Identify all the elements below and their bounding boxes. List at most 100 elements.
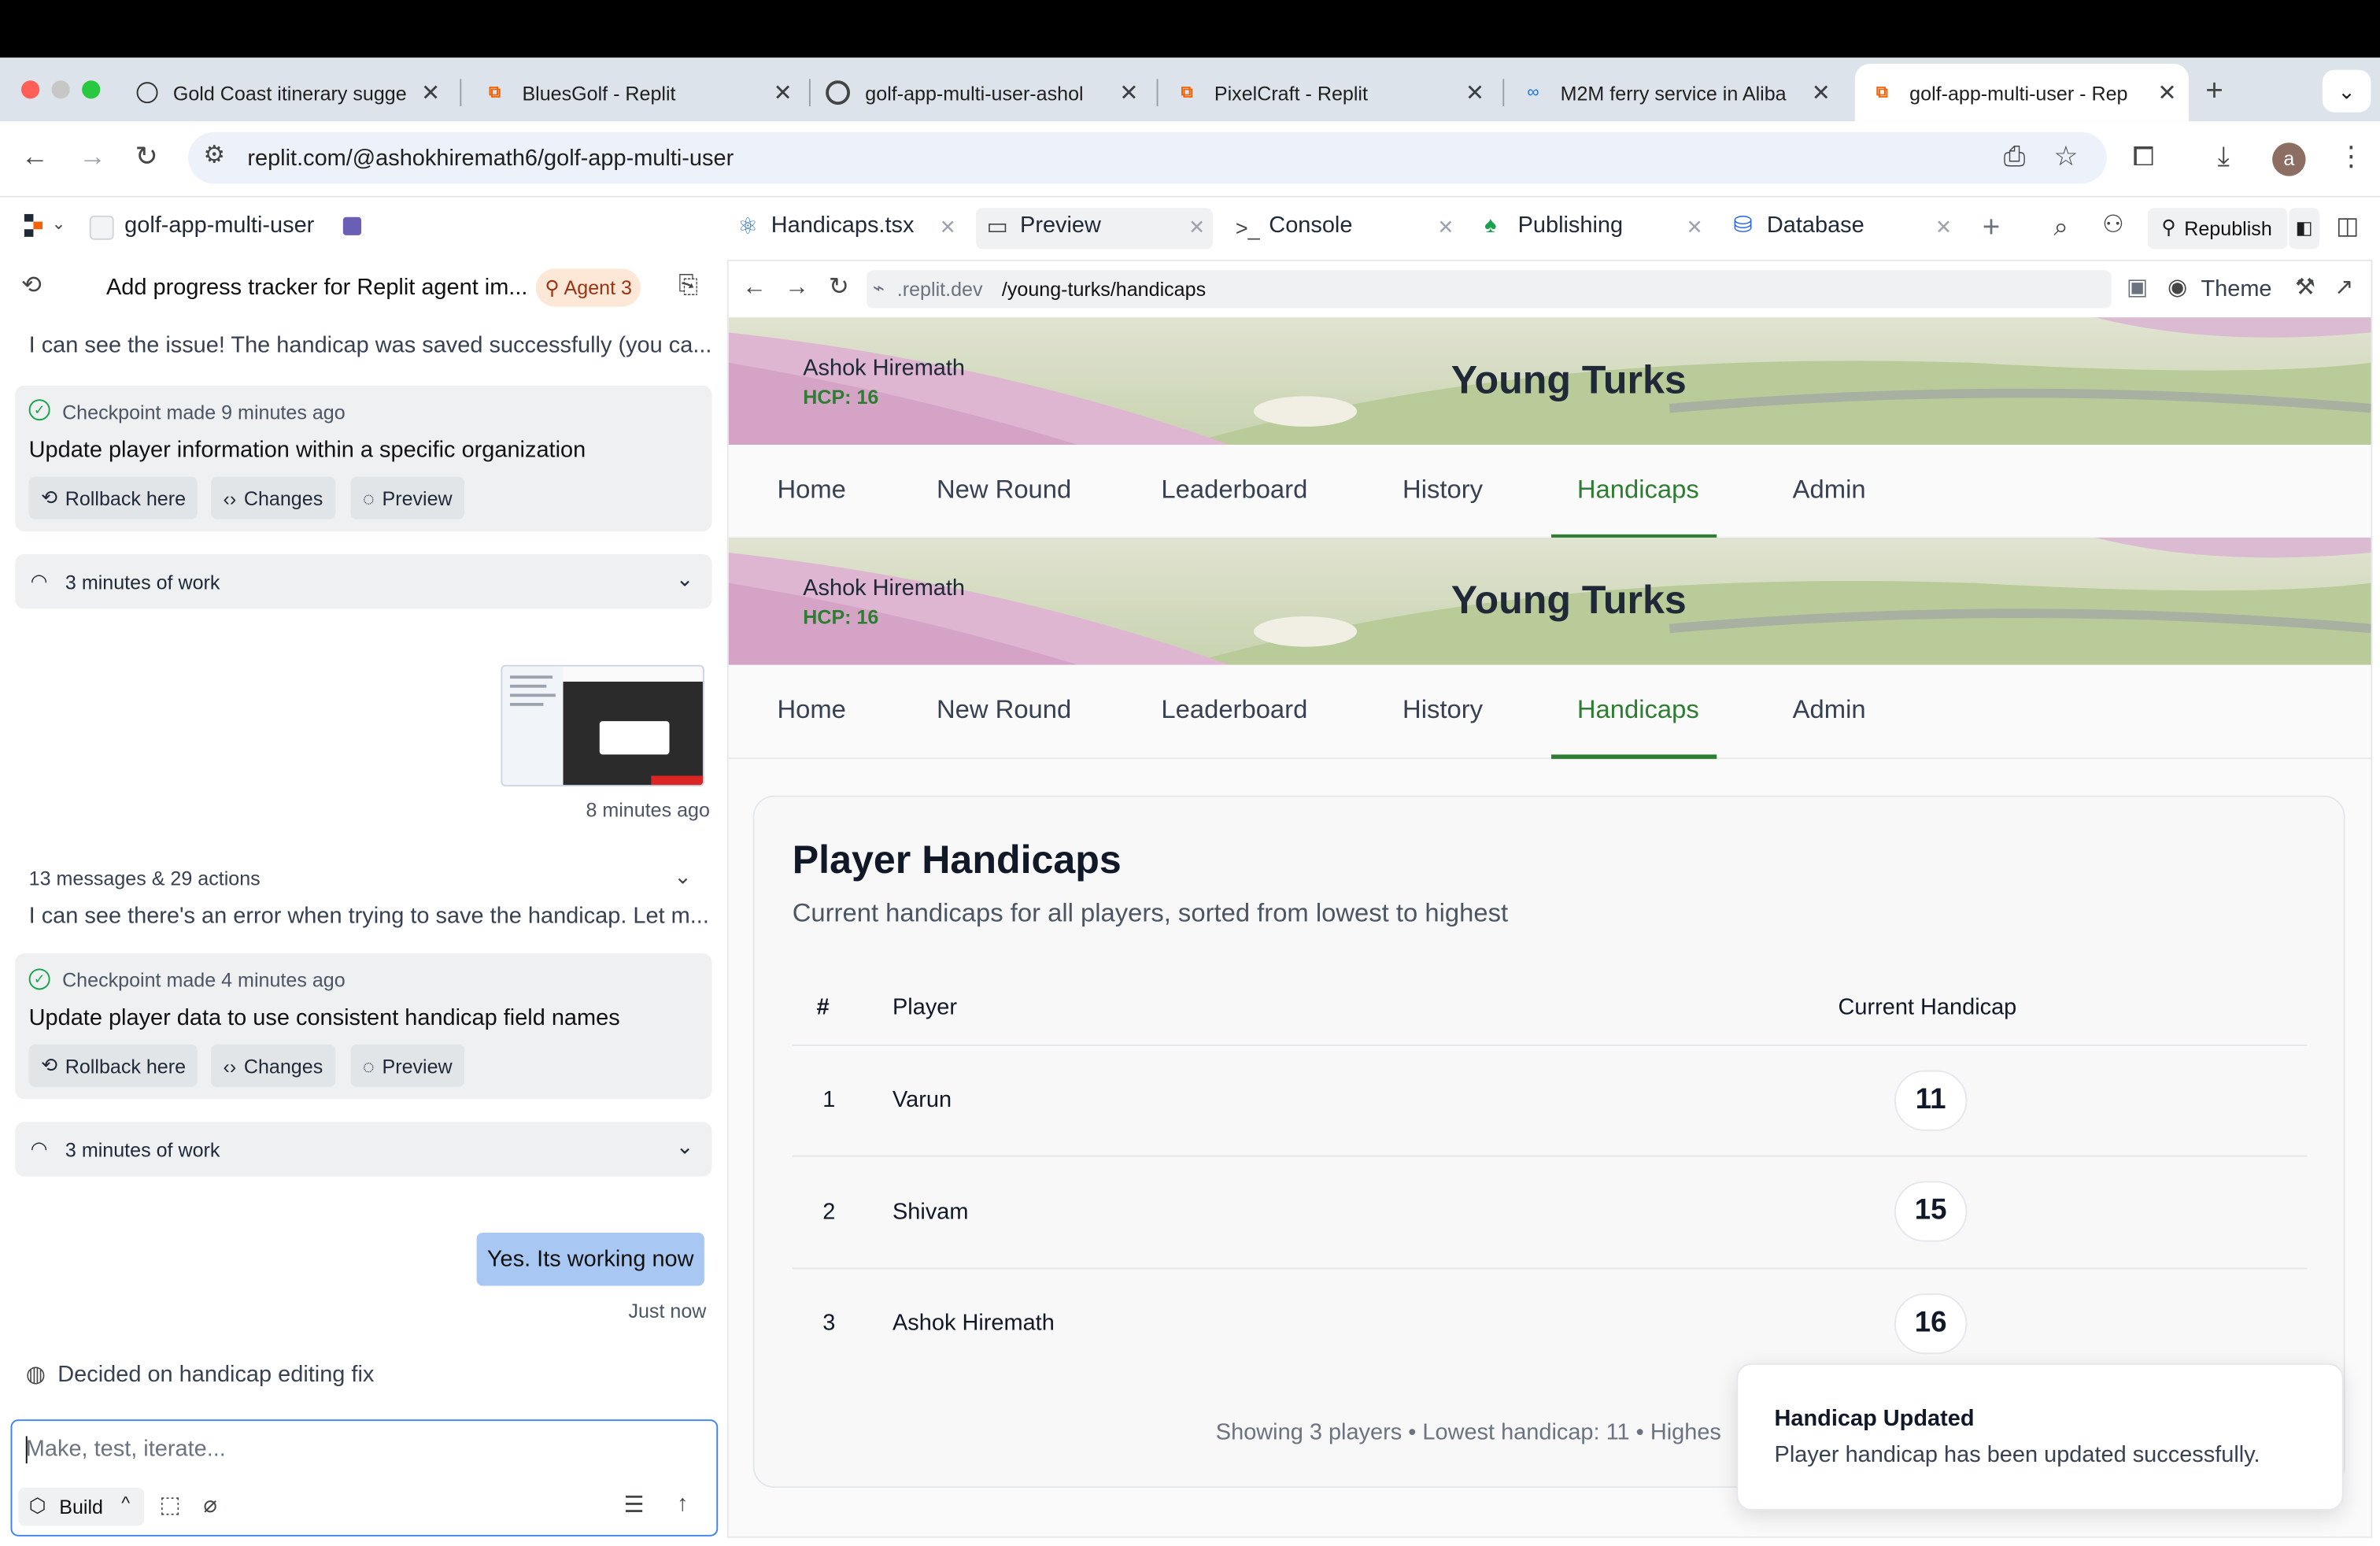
browser-tab[interactable]: Gold Coast itinerary sugge ✕ xyxy=(128,70,453,116)
handicap-value: 16 xyxy=(1914,1307,1947,1340)
settings-sliders-icon[interactable]: ☰ xyxy=(624,1494,645,1517)
tab-search-icon[interactable]: ⌄ xyxy=(2322,69,2371,113)
history-icon[interactable]: ⟲ xyxy=(21,274,42,299)
devices-icon[interactable]: ▣ xyxy=(2127,276,2148,299)
decision-label[interactable]: Decided on handicap editing fix xyxy=(57,1362,374,1388)
rollback-button[interactable]: ⟲ Rollback here xyxy=(28,476,198,520)
work-summary[interactable]: ◠ 3 minutes of work ⌄ xyxy=(15,553,712,609)
chevron-down-icon[interactable]: ⌄ xyxy=(674,865,692,886)
nav-admin[interactable]: Admin xyxy=(1793,475,1866,506)
chevron-down-icon[interactable]: ⌄ xyxy=(52,216,66,234)
browser-tab[interactable]: ⧉ PixelCraft - Replit ✕ xyxy=(1166,70,1496,116)
changes-button[interactable]: ‹› Changes xyxy=(211,476,335,520)
forward-icon[interactable]: → xyxy=(785,276,809,301)
close-tab-icon[interactable]: ✕ xyxy=(1812,79,1831,106)
nav-home[interactable]: Home xyxy=(777,695,845,726)
install-app-icon[interactable]: ⎙ xyxy=(2004,142,2026,170)
url-text[interactable]: replit.com/@ashokhiremath6/golf-app-mult… xyxy=(247,146,734,172)
rollback-button[interactable]: ⟲ Rollback here xyxy=(28,1044,198,1087)
toast-notification[interactable]: Handicap Updated Player handicap has bee… xyxy=(1736,1363,2344,1511)
browser-tab-active[interactable]: ⧉ golf-app-multi-user - Rep ✕ xyxy=(1854,64,2190,122)
close-icon[interactable]: ✕ xyxy=(1935,216,1952,240)
app-header-banner: Ashok Hiremath HCP: 16 Young Turks xyxy=(728,317,2371,446)
nav-leaderboard[interactable]: Leaderboard xyxy=(1161,695,1307,726)
close-tab-icon[interactable]: ✕ xyxy=(421,79,440,106)
screenshot-thumbnail[interactable] xyxy=(501,664,704,787)
minimize-window-button[interactable] xyxy=(51,80,70,99)
search-icon[interactable]: ⌕ xyxy=(2053,214,2068,240)
nav-leaderboard[interactable]: Leaderboard xyxy=(1161,475,1307,506)
site-info-icon[interactable]: ⚙ xyxy=(203,143,225,168)
handicap-badge[interactable]: 16 xyxy=(1894,1293,1968,1355)
open-external-icon[interactable]: ↗ xyxy=(2334,276,2353,299)
nav-new-round[interactable]: New Round xyxy=(937,475,1071,506)
chat-input[interactable]: Make, test, iterate... xyxy=(26,1436,226,1462)
tab-database[interactable]: Database xyxy=(1767,213,1864,239)
close-tab-icon[interactable]: ✕ xyxy=(1465,79,1484,106)
handicap-badge[interactable]: 15 xyxy=(1894,1181,1968,1242)
preview-button[interactable]: ◌ Preview xyxy=(350,476,465,520)
bookmark-star-icon[interactable]: ☆ xyxy=(2053,142,2078,170)
close-icon[interactable]: ✕ xyxy=(1687,216,1703,240)
nav-history[interactable]: History xyxy=(1402,475,1483,506)
actions-summary[interactable]: 13 messages & 29 actions xyxy=(29,867,261,890)
tab-console[interactable]: Console xyxy=(1269,213,1352,239)
preview-button[interactable]: ◌ Preview xyxy=(350,1044,465,1087)
wrench-icon[interactable]: ⚒ xyxy=(2295,276,2315,299)
maximize-window-button[interactable] xyxy=(82,80,101,99)
close-window-button[interactable] xyxy=(21,80,40,99)
browser-tab[interactable]: golf-app-multi-user-ashol ✕ xyxy=(819,70,1150,116)
attach-icon[interactable]: ⌀ xyxy=(203,1494,216,1517)
new-tab-icon[interactable]: + xyxy=(2205,76,2223,106)
new-chat-icon[interactable]: ⎘ xyxy=(678,274,698,299)
tab-handicaps-file[interactable]: Handicaps.tsx xyxy=(771,213,915,239)
invite-user-icon[interactable]: ⚇ xyxy=(2102,213,2124,239)
extensions-icon[interactable]: ⧠ xyxy=(2133,142,2155,170)
rollback-icon: ⟲ xyxy=(41,1053,58,1077)
back-icon[interactable]: ← xyxy=(742,276,767,301)
rollback-label: Rollback here xyxy=(65,1054,187,1078)
send-icon[interactable]: ↑ xyxy=(677,1492,688,1515)
preview-icon: ◌ xyxy=(362,1054,375,1078)
reload-icon[interactable]: ↻ xyxy=(135,142,158,170)
browser-menu-icon[interactable]: ⋮ xyxy=(2338,142,2365,170)
nav-handicaps[interactable]: Handicaps xyxy=(1577,475,1699,506)
toggle-panel-icon[interactable]: ◫ xyxy=(2336,215,2359,240)
back-icon[interactable]: ← xyxy=(21,142,49,170)
work-summary[interactable]: ◠ 3 minutes of work ⌄ xyxy=(15,1122,712,1177)
close-tab-icon[interactable]: ✕ xyxy=(2157,79,2176,106)
add-tab-icon[interactable]: + xyxy=(1983,213,2001,243)
nav-handicaps[interactable]: Handicaps xyxy=(1577,695,1699,726)
reload-icon[interactable]: ↻ xyxy=(829,276,849,301)
profile-avatar[interactable]: a xyxy=(2272,142,2306,176)
close-icon[interactable]: ✕ xyxy=(940,216,956,240)
nav-new-round[interactable]: New Round xyxy=(937,695,1071,726)
browser-tab[interactable]: ⧉ BluesGolf - Replit ✕ xyxy=(474,70,804,116)
palette-icon[interactable]: ◉ xyxy=(2168,276,2187,299)
theme-button[interactable]: Theme xyxy=(2201,276,2271,302)
forward-icon[interactable]: → xyxy=(79,142,106,170)
nav-admin[interactable]: Admin xyxy=(1793,695,1866,726)
close-icon[interactable]: ✕ xyxy=(1437,216,1454,240)
close-tab-icon[interactable]: ✕ xyxy=(773,79,792,106)
close-icon[interactable]: ✕ xyxy=(1188,216,1205,240)
tab-title: golf-app-multi-user - Rep xyxy=(1909,81,2128,105)
monitor-icon: ▭ xyxy=(986,213,1008,240)
tab-publishing[interactable]: Publishing xyxy=(1518,213,1623,239)
build-mode-button[interactable]: ⬡ Build ^ xyxy=(18,1488,145,1526)
republish-button[interactable]: ⚲ Republish xyxy=(2147,208,2288,250)
changes-button[interactable]: ‹› Changes xyxy=(211,1044,335,1087)
project-name[interactable]: golf-app-multi-user xyxy=(124,213,314,239)
toast-title: Handicap Updated xyxy=(1774,1405,1975,1432)
republish-menu-icon[interactable]: ◧ xyxy=(2289,208,2319,250)
nav-home[interactable]: Home xyxy=(777,475,845,506)
select-element-icon[interactable]: ⬚ xyxy=(160,1494,181,1517)
tab-preview[interactable]: Preview xyxy=(1020,213,1101,239)
close-tab-icon[interactable]: ✕ xyxy=(1119,79,1138,106)
preview-url-bar[interactable]: ⌁ .replit.dev /young-turks/handicaps xyxy=(867,270,2112,309)
replit-logo-icon[interactable] xyxy=(24,213,46,239)
browser-tab[interactable]: ∞ M2M ferry service in Aliba ✕ xyxy=(1512,70,1842,116)
download-icon[interactable]: ⤓ xyxy=(2218,142,2230,170)
handicap-badge[interactable]: 11 xyxy=(1894,1070,1968,1131)
nav-history[interactable]: History xyxy=(1402,695,1483,726)
